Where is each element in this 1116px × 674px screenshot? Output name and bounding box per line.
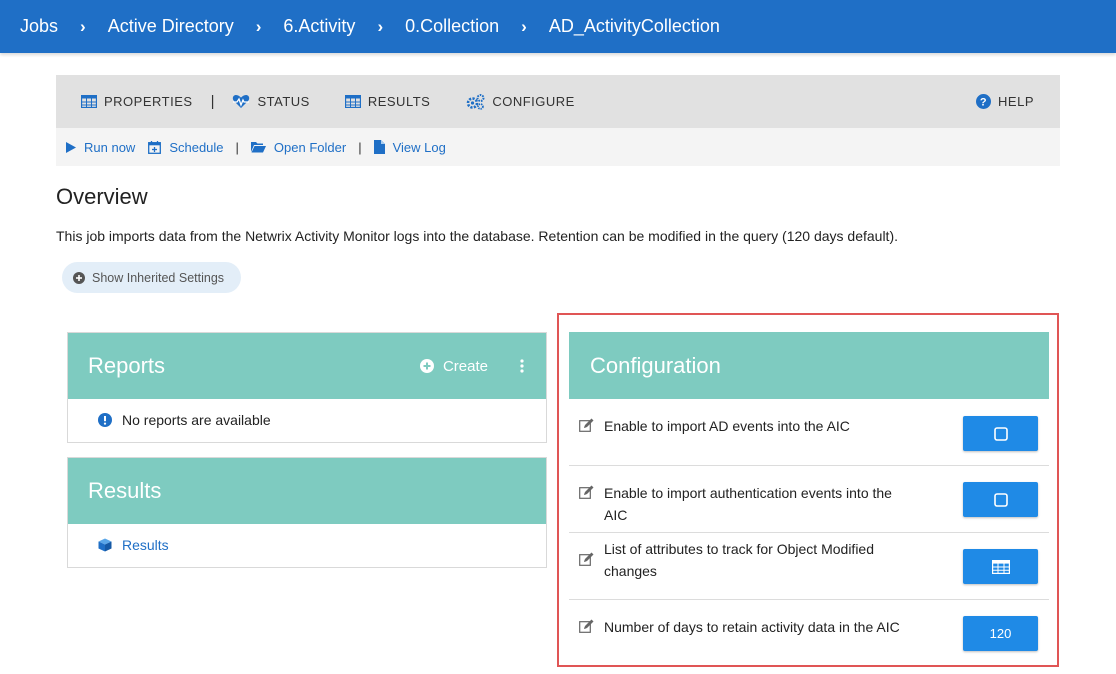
reports-empty-state: No reports are available xyxy=(68,399,546,441)
tab-status[interactable]: STATUS xyxy=(232,94,309,109)
tab-configure-label: CONFIGURE xyxy=(492,94,575,109)
edit-icon xyxy=(579,485,594,499)
configuration-title: Configuration xyxy=(590,352,721,378)
schedule-label: Schedule xyxy=(169,139,224,155)
tab-toolbar: PROPERTIES | STATUS RESULTS CONFIGURE ? … xyxy=(56,75,1060,128)
chevron-right-icon: › xyxy=(377,16,384,36)
breadcrumb-current-job: AD_ActivityCollection xyxy=(548,16,720,36)
configuration-panel: Configuration Enable to import AD events… xyxy=(569,332,1049,667)
show-inherited-label: Show Inherited Settings xyxy=(92,270,225,285)
view-log-label: View Log xyxy=(392,139,446,155)
config-label: Enable to import AD events into the AIC xyxy=(604,418,850,434)
more-options-icon[interactable] xyxy=(520,333,524,399)
help-button[interactable]: ? HELP xyxy=(976,75,1034,128)
plus-circle-icon xyxy=(419,359,434,373)
run-now-button[interactable]: Run now xyxy=(66,140,135,155)
config-row-import-auth-events: Enable to import authentication events i… xyxy=(569,466,1049,533)
tab-status-label: STATUS xyxy=(257,94,310,109)
create-label: Create xyxy=(442,357,488,375)
plus-circle-icon xyxy=(73,271,85,284)
config-label: List of attributes to track for Object M… xyxy=(604,541,875,579)
breadcrumb: Jobs › Active Directory › 6.Activity › 0… xyxy=(0,0,1116,53)
reports-title: Reports xyxy=(88,353,166,378)
checkbox-icon xyxy=(993,492,1008,507)
edit-icon xyxy=(579,619,594,633)
results-title: Results xyxy=(88,478,162,503)
config-row-retention-days: Number of days to retain activity data i… xyxy=(569,600,1049,667)
tab-divider: | xyxy=(210,93,215,110)
chevron-right-icon: › xyxy=(255,16,262,36)
heartbeat-icon xyxy=(233,94,250,108)
reports-panel: Reports Create No reports are available xyxy=(67,332,547,443)
chevron-right-icon: › xyxy=(80,16,86,36)
folder-open-icon xyxy=(250,142,266,153)
checkbox-icon xyxy=(993,426,1008,441)
tab-configure[interactable]: CONFIGURE xyxy=(466,93,575,110)
gears-icon xyxy=(467,93,485,110)
tab-properties[interactable]: PROPERTIES xyxy=(81,94,193,109)
breadcrumb-jobs[interactable]: Jobs xyxy=(20,16,58,37)
action-divider: | xyxy=(358,139,362,155)
results-header: Results xyxy=(68,458,546,524)
table-icon xyxy=(344,95,361,108)
file-icon xyxy=(373,140,385,154)
edit-icon xyxy=(579,552,594,566)
svg-text:?: ? xyxy=(980,97,987,109)
schedule-button[interactable]: Schedule xyxy=(148,139,224,155)
cube-icon xyxy=(98,538,112,552)
config-label: Number of days to retain activity data i… xyxy=(604,619,900,635)
reports-header: Reports Create xyxy=(68,333,546,399)
play-icon xyxy=(66,141,76,153)
open-folder-label: Open Folder xyxy=(273,139,347,155)
run-now-label: Run now xyxy=(84,139,136,155)
results-panel: Results Results xyxy=(67,457,547,568)
breadcrumb-collection[interactable]: 0.Collection xyxy=(405,16,499,37)
view-log-button[interactable]: View Log xyxy=(373,139,446,155)
table-icon xyxy=(991,559,1010,574)
breadcrumb-active-directory[interactable]: Active Directory xyxy=(108,16,234,37)
import-ad-events-toggle[interactable] xyxy=(963,416,1038,451)
open-folder-button[interactable]: Open Folder xyxy=(250,139,347,155)
question-circle-icon: ? xyxy=(976,94,992,109)
breadcrumb-activity[interactable]: 6.Activity xyxy=(283,16,355,37)
no-reports-message: No reports are available xyxy=(122,412,271,428)
action-bar: Run now Schedule | Open Folder | View Lo… xyxy=(56,128,1060,166)
tab-results[interactable]: RESULTS xyxy=(344,94,431,109)
config-row-import-ad-events: Enable to import AD events into the AIC xyxy=(569,399,1049,466)
config-row-attributes-list: List of attributes to track for Object M… xyxy=(569,533,1049,600)
config-label: Enable to import authentication events i… xyxy=(604,485,892,523)
overview-description: This job imports data from the Netwrix A… xyxy=(56,228,898,244)
create-report-button[interactable]: Create xyxy=(419,333,488,399)
page-title: Overview xyxy=(56,184,148,209)
calendar-icon xyxy=(148,140,162,154)
table-icon xyxy=(81,95,97,108)
tab-results-label: RESULTS xyxy=(367,94,431,109)
action-divider: | xyxy=(235,139,239,155)
help-label: HELP xyxy=(998,94,1034,109)
results-link-label: Results xyxy=(122,537,169,553)
retention-days-button[interactable]: 120 xyxy=(963,616,1038,651)
import-auth-events-toggle[interactable] xyxy=(963,482,1038,517)
edit-icon xyxy=(579,418,594,432)
tab-properties-label: PROPERTIES xyxy=(104,94,193,109)
results-link[interactable]: Results xyxy=(68,524,546,566)
info-circle-icon xyxy=(98,413,112,427)
chevron-right-icon: › xyxy=(521,16,527,36)
attributes-table-button[interactable] xyxy=(963,549,1038,584)
configuration-header: Configuration xyxy=(569,332,1049,399)
show-inherited-settings-button[interactable]: Show Inherited Settings xyxy=(62,262,241,293)
